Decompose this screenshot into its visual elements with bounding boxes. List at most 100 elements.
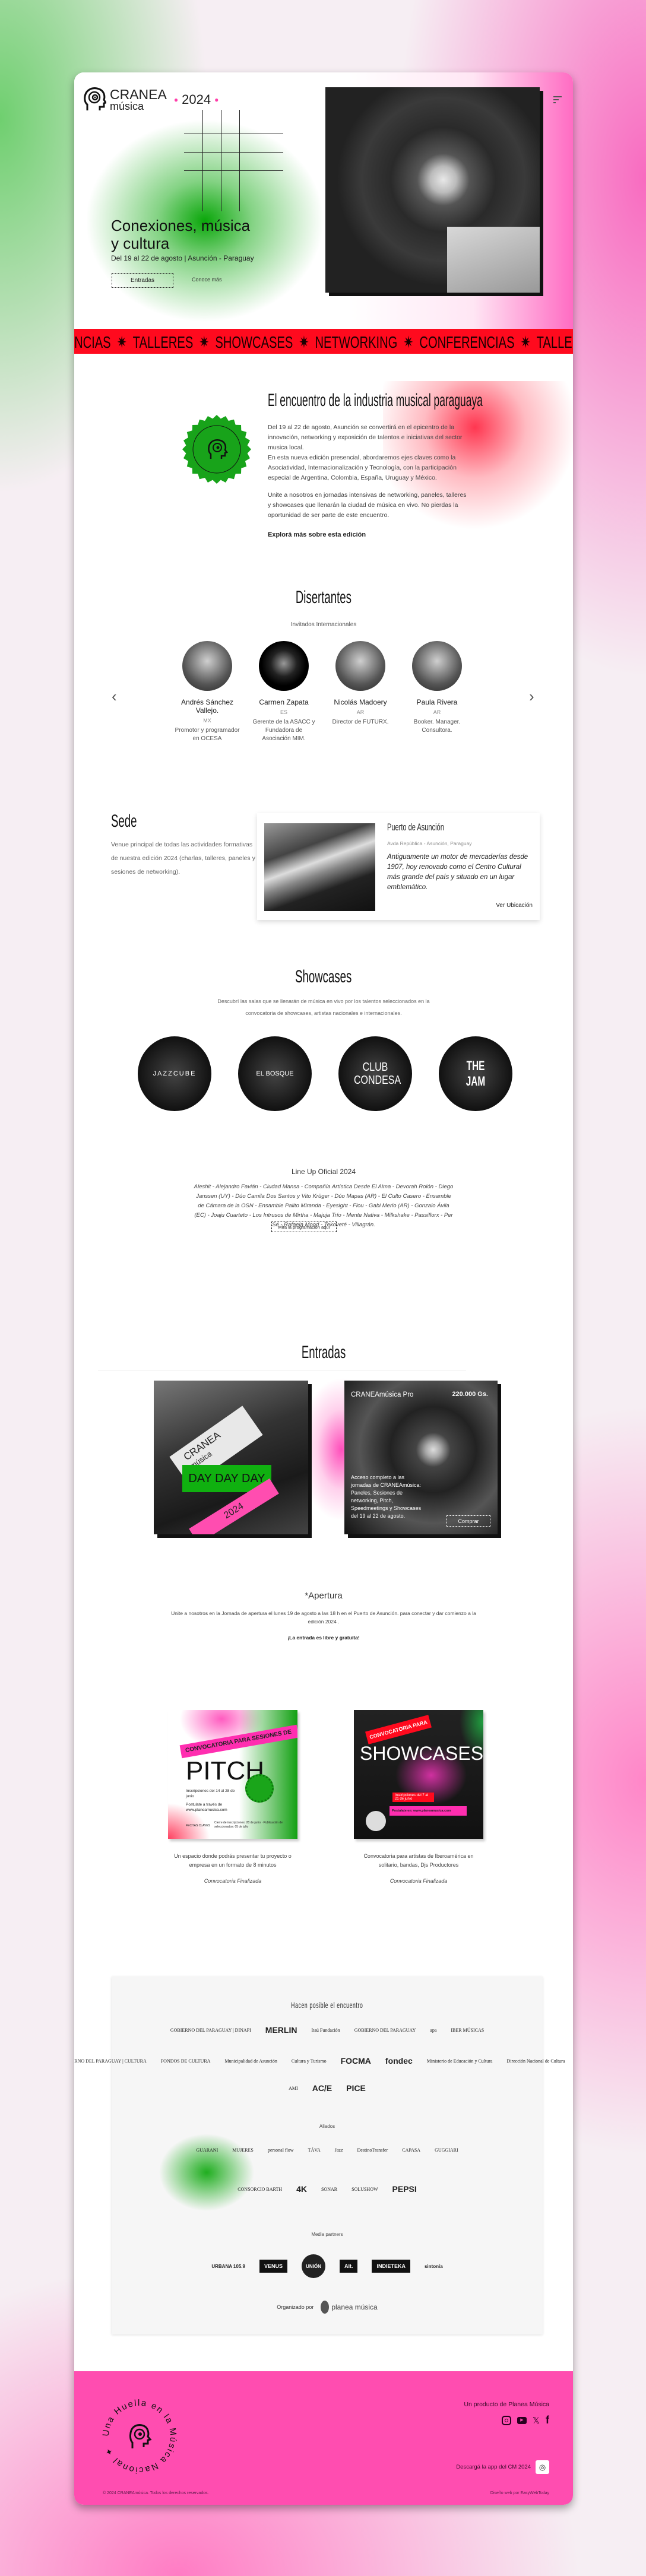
speakers-carousel: Andrés Sánchez Vallejo. MX Promotor y pr… — [175, 641, 470, 743]
copyright: © 2024 CRANEAmúsica. Todos los derechos … — [103, 2491, 209, 2495]
partner-logo[interactable]: GOBIERNO DEL PARAGUAY | CULTURA — [74, 2058, 147, 2064]
site-logo[interactable]: CRANEA música ● 2024 ● — [83, 87, 218, 113]
partner-logo[interactable]: VENUS — [259, 2260, 287, 2273]
partner-logo[interactable]: Dirección Nacional de Cultura — [506, 2058, 565, 2064]
pitch-call-poster: CONVOCATORIA PARA SESIONES DE PITCH Insc… — [168, 1710, 297, 1839]
about-title: El encuentro de la industria musical par… — [268, 391, 483, 410]
partner-logo[interactable]: MUJERES — [232, 2147, 254, 2153]
partner-logo[interactable]: IBER MÚSICAS — [451, 2028, 484, 2033]
venue-card: Puerto de Asunción Avda República - Asun… — [257, 813, 540, 920]
app-download[interactable]: Descargá la app del CM 2024 ◎ — [456, 2460, 549, 2474]
carousel-prev-icon[interactable]: ‹ — [112, 687, 117, 706]
partner-logo[interactable]: AC/E — [312, 2083, 332, 2093]
partner-logo[interactable]: FOCMA — [341, 2056, 371, 2066]
planea-logo[interactable]: planea música — [321, 2301, 378, 2314]
speaker-card[interactable]: Nicolás Madoery AR Director de FUTURX. — [328, 641, 393, 743]
showcase-venue[interactable]: EL BOSQUE — [238, 1036, 312, 1111]
web-credit[interactable]: Diseño web por EasyWebToday — [490, 2491, 549, 2495]
pitch-caption: Un espacio donde podrás presentar tu pro… — [168, 1852, 297, 1886]
showcases-title: Showcases — [295, 967, 352, 986]
speaker-card[interactable]: Carmen Zapata ES Gerente de la ASACC y F… — [251, 641, 316, 743]
ticker-item: RENCIAS — [74, 333, 111, 351]
view-location-link[interactable]: Ver Ubicación — [496, 902, 533, 909]
partner-logo[interactable]: personal flow — [268, 2147, 294, 2153]
speaker-country: AR — [356, 709, 365, 715]
planea-lion-icon — [321, 2301, 330, 2314]
speaker-role: Gerente de la ASACC y Fundadora de Asoci… — [252, 719, 315, 742]
partner-logo[interactable]: PICE — [346, 2083, 366, 2093]
page-card: CRANEA música ● 2024 ● Conexiones, músic… — [74, 72, 573, 2505]
showcases-banner: CONVOCATORIA PARA — [365, 1715, 432, 1744]
partner-logo[interactable]: AMI — [289, 2086, 298, 2091]
explore-link[interactable]: Explorá más sobre esta edición — [268, 531, 470, 538]
about-text: Del 19 al 22 de agosto, Asunción se conv… — [268, 423, 470, 538]
tickets-title: Entradas — [301, 1343, 346, 1362]
partner-logo[interactable]: INDIETEKA — [372, 2260, 410, 2273]
partner-logo[interactable]: MERLIN — [265, 2025, 297, 2035]
partner-logo[interactable]: apa — [430, 2028, 436, 2033]
partner-logo[interactable]: Alt. — [339, 2260, 358, 2273]
speaker-photo — [412, 641, 462, 691]
app-icon[interactable]: ◎ — [536, 2460, 549, 2474]
showcase-venue[interactable]: JAZZCUBE — [138, 1036, 211, 1111]
showcase-venue[interactable]: CLUB CONDESA — [338, 1036, 412, 1111]
showcases-big-title: SHOWCASES — [360, 1743, 483, 1764]
x-icon[interactable]: 𝕏 — [533, 2415, 540, 2426]
partner-logo[interactable]: fondec — [385, 2056, 413, 2066]
partner-logo[interactable]: GOBIERNO DEL PARAGUAY | DINAPI — [170, 2028, 251, 2033]
pro-ticket-card: CRANEAmúsica Pro 220.000 Gs. Acceso comp… — [344, 1381, 498, 1534]
footer-seal: Una Huella en la Música Nacional ✦ — [101, 2398, 179, 2475]
tickets-button[interactable]: Entradas — [112, 273, 173, 288]
showcase-venue[interactable]: THE JAM — [439, 1036, 512, 1111]
showcase-venues: JAZZCUBE EL BOSQUE CLUB CONDESA THE JAM — [138, 1036, 512, 1111]
partner-logo[interactable]: TÁVA — [308, 2147, 321, 2153]
logo-cranea: CRANEA — [110, 87, 167, 102]
partner-logo[interactable]: sintonía — [425, 2264, 443, 2269]
partner-logo[interactable]: Jazz — [335, 2147, 343, 2153]
partner-logo[interactable]: Itaú Fundación — [311, 2028, 340, 2033]
partner-logo[interactable]: GUARANI — [196, 2147, 218, 2153]
partner-logo[interactable]: Ministerio de Educación y Cultura — [427, 2058, 493, 2064]
svg-text:Una Huella en la Música Nacion: Una Huella en la Música Nacional ✦ — [101, 2398, 179, 2475]
partner-logo[interactable]: Municipalidad de Asunción — [224, 2058, 277, 2064]
partner-logo[interactable]: GOBIERNO DEL PARAGUAY — [354, 2028, 416, 2033]
speaker-name: Paula Rivera — [416, 698, 458, 706]
youtube-icon[interactable]: ▶ — [517, 2416, 527, 2424]
learn-more-link[interactable]: Conoce más — [192, 277, 222, 283]
dot-icon: ● — [214, 96, 219, 104]
speaker-card[interactable]: Paula Rivera AR Booker. Manager. Consult… — [404, 641, 470, 743]
partner-logo[interactable]: UNIÓN — [301, 2254, 325, 2278]
partner-logo[interactable]: DestinoTransfer — [357, 2147, 388, 2153]
partner-logo[interactable]: GUGGIARI — [435, 2147, 458, 2153]
grid-line — [202, 110, 203, 211]
menu-icon[interactable] — [553, 96, 562, 103]
partner-logo[interactable]: SONAR — [321, 2187, 337, 2192]
program-button[interactable]: Mira la programación aquí — [271, 1222, 337, 1232]
speaker-role: Director de FUTURX. — [332, 719, 389, 725]
carousel-next-icon[interactable]: › — [529, 687, 534, 706]
venue-logo: EL BOSQUE — [256, 1070, 294, 1077]
hero-title: Conexiones, música y cultura — [111, 217, 251, 252]
edition-year: 2024 — [182, 92, 211, 107]
partner-logo[interactable]: Cultura y Turismo — [292, 2058, 327, 2064]
facebook-icon[interactable]: f — [546, 2414, 549, 2426]
partner-logo[interactable]: CONSORCIO BARTH — [238, 2187, 282, 2192]
partner-logo[interactable]: PEPSI — [392, 2184, 417, 2194]
partner-logo[interactable]: SOLUSHOW — [352, 2187, 378, 2192]
instagram-icon[interactable] — [501, 2415, 511, 2425]
partner-logo[interactable]: URBANA 105.9 — [211, 2264, 245, 2269]
ticker-item: TALLERES — [132, 333, 194, 351]
speaker-country: MX — [203, 718, 211, 724]
buy-button[interactable]: Comprar — [446, 1515, 490, 1527]
allies-row: GUARANI MUJERES personal flow TÁVA Jazz Desti… — [112, 2147, 543, 2153]
venue-logo: THE JAM — [466, 1058, 486, 1089]
partner-logo[interactable]: 4K — [296, 2184, 307, 2194]
ticker-item: NETWORKING — [315, 333, 398, 351]
lineup-title: Line Up Oficial 2024 — [291, 1168, 356, 1176]
speaker-card[interactable]: Andrés Sánchez Vallejo. MX Promotor y pr… — [175, 641, 240, 743]
partner-logo[interactable]: FONDOS DE CULTURA — [161, 2058, 211, 2064]
pro-ticket-description: Acceso completo a las jornadas de CRANEA… — [351, 1474, 422, 1519]
partner-logo[interactable]: CAPASA — [402, 2147, 420, 2153]
sponsors-title: Hacen posible el encuentro — [291, 2000, 363, 2010]
grid-line — [184, 152, 283, 153]
